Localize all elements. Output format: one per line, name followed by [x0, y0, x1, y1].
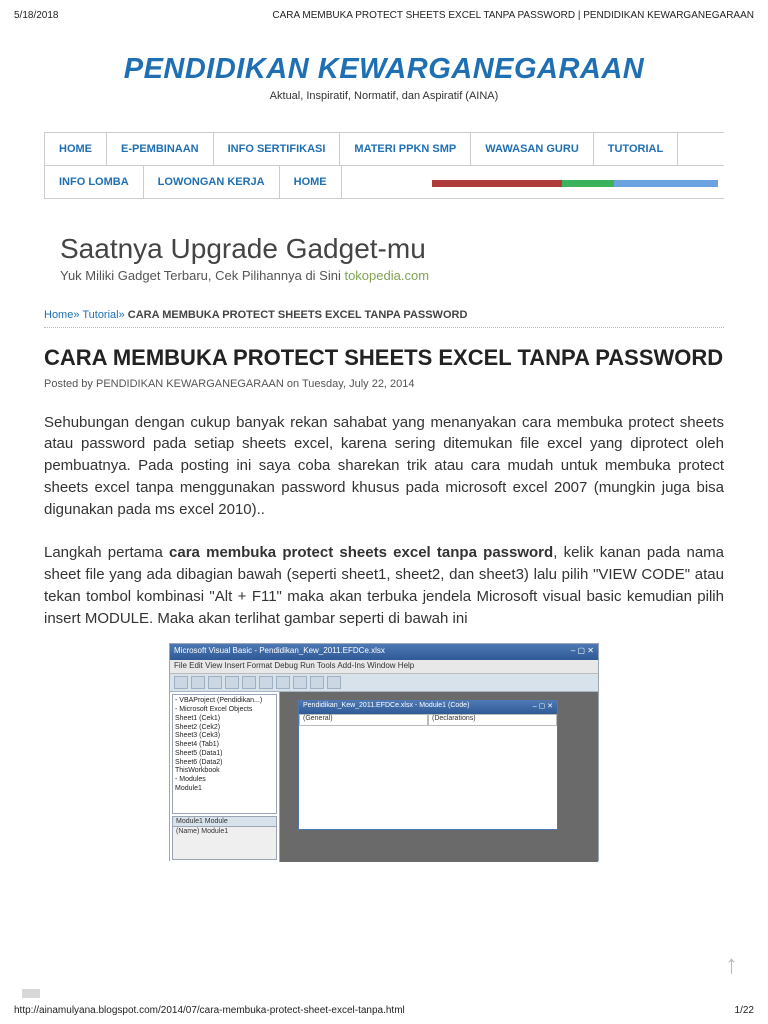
print-page-number: 1/22 [735, 1005, 754, 1016]
site-title[interactable]: PENDIDIKAN KEWARGANEGARAAN [44, 53, 724, 86]
vb-code-object-dropdown: (General) [299, 714, 428, 726]
post-paragraph-1: Sehubungan dengan cukup banyak rekan sah… [44, 412, 724, 521]
post-author[interactable]: PENDIDIKAN KEWARGANEGARAAN [96, 378, 284, 390]
site-tagline: Aktual, Inspiratif, Normatif, dan Aspira… [44, 90, 724, 102]
nav-info-lomba[interactable]: INFO LOMBA [44, 166, 144, 198]
breadcrumb-category[interactable]: Tutorial [82, 309, 118, 321]
ad-sub-text: Yuk Miliki Gadget Terbaru, Cek Pilihanny… [60, 268, 344, 283]
print-footer-url: http://ainamulyana.blogspot.com/2014/07/… [14, 1005, 405, 1016]
vb-app-title: Microsoft Visual Basic - Pendidikan_Kew_… [174, 646, 385, 658]
nav-info-sertifikasi[interactable]: INFO SERTIFIKASI [214, 133, 341, 165]
breadcrumb-home[interactable]: Home [44, 309, 73, 321]
post-byline: Posted by PENDIDIKAN KEWARGANEGARAAN on … [44, 378, 724, 390]
breadcrumb: Home» Tutorial» CARA MEMBUKA PROTECT SHE… [44, 309, 724, 328]
vb-code-window: Pendidikan_Kew_2011.EFDCe.xlsx - Module1… [298, 700, 558, 830]
nav-wawasan-guru[interactable]: WAWASAN GURU [471, 133, 594, 165]
vb-properties-pane: Module1 Module (Name) Module1 [172, 816, 277, 860]
nav-home[interactable]: HOME [44, 133, 107, 165]
ad-link[interactable]: tokopedia.com [344, 268, 429, 283]
ad-banner[interactable]: Saatnya Upgrade Gadget-mu Yuk Miliki Gad… [44, 223, 724, 297]
nav-lowongan-kerja[interactable]: LOWONGAN KERJA [144, 166, 280, 198]
nav-home-2[interactable]: HOME [280, 166, 342, 198]
vb-project-explorer: - VBAProject (Pendidikan...) - Microsoft… [172, 694, 277, 814]
nav-materi-ppkn-smp[interactable]: MATERI PPKN SMP [340, 133, 471, 165]
ad-subtitle: Yuk Miliki Gadget Terbaru, Cek Pilihanny… [60, 268, 708, 283]
vb-toolbar [170, 674, 598, 692]
vb-code-proc-dropdown: (Declarations) [428, 714, 557, 726]
vb-menu-bar: File Edit View Insert Format Debug Run T… [170, 660, 598, 674]
print-date: 5/18/2018 [14, 10, 59, 21]
post-date: Tuesday, July 22, 2014 [302, 378, 415, 390]
main-nav: HOME E-PEMBINAAN INFO SERTIFIKASI MATERI… [44, 132, 724, 199]
nav-tutorial[interactable]: TUTORIAL [594, 133, 678, 165]
vb-editor-screenshot: Microsoft Visual Basic - Pendidikan_Kew_… [169, 643, 599, 861]
post-paragraph-2: Langkah pertama cara membuka protect she… [44, 542, 724, 629]
nav-epembinaan[interactable]: E-PEMBINAAN [107, 133, 214, 165]
ad-title: Saatnya Upgrade Gadget-mu [60, 233, 708, 265]
breadcrumb-current: CARA MEMBUKA PROTECT SHEETS EXCEL TANPA … [128, 309, 468, 321]
print-header-title: CARA MEMBUKA PROTECT SHEETS EXCEL TANPA … [272, 10, 754, 21]
footer-marker [22, 989, 40, 998]
scroll-to-top-button[interactable]: ↑ [725, 949, 738, 980]
post-title: CARA MEMBUKA PROTECT SHEETS EXCEL TANPA … [44, 344, 724, 372]
vb-window-controls: – ▢ ✕ [571, 646, 594, 658]
nav-color-strip [432, 178, 718, 186]
